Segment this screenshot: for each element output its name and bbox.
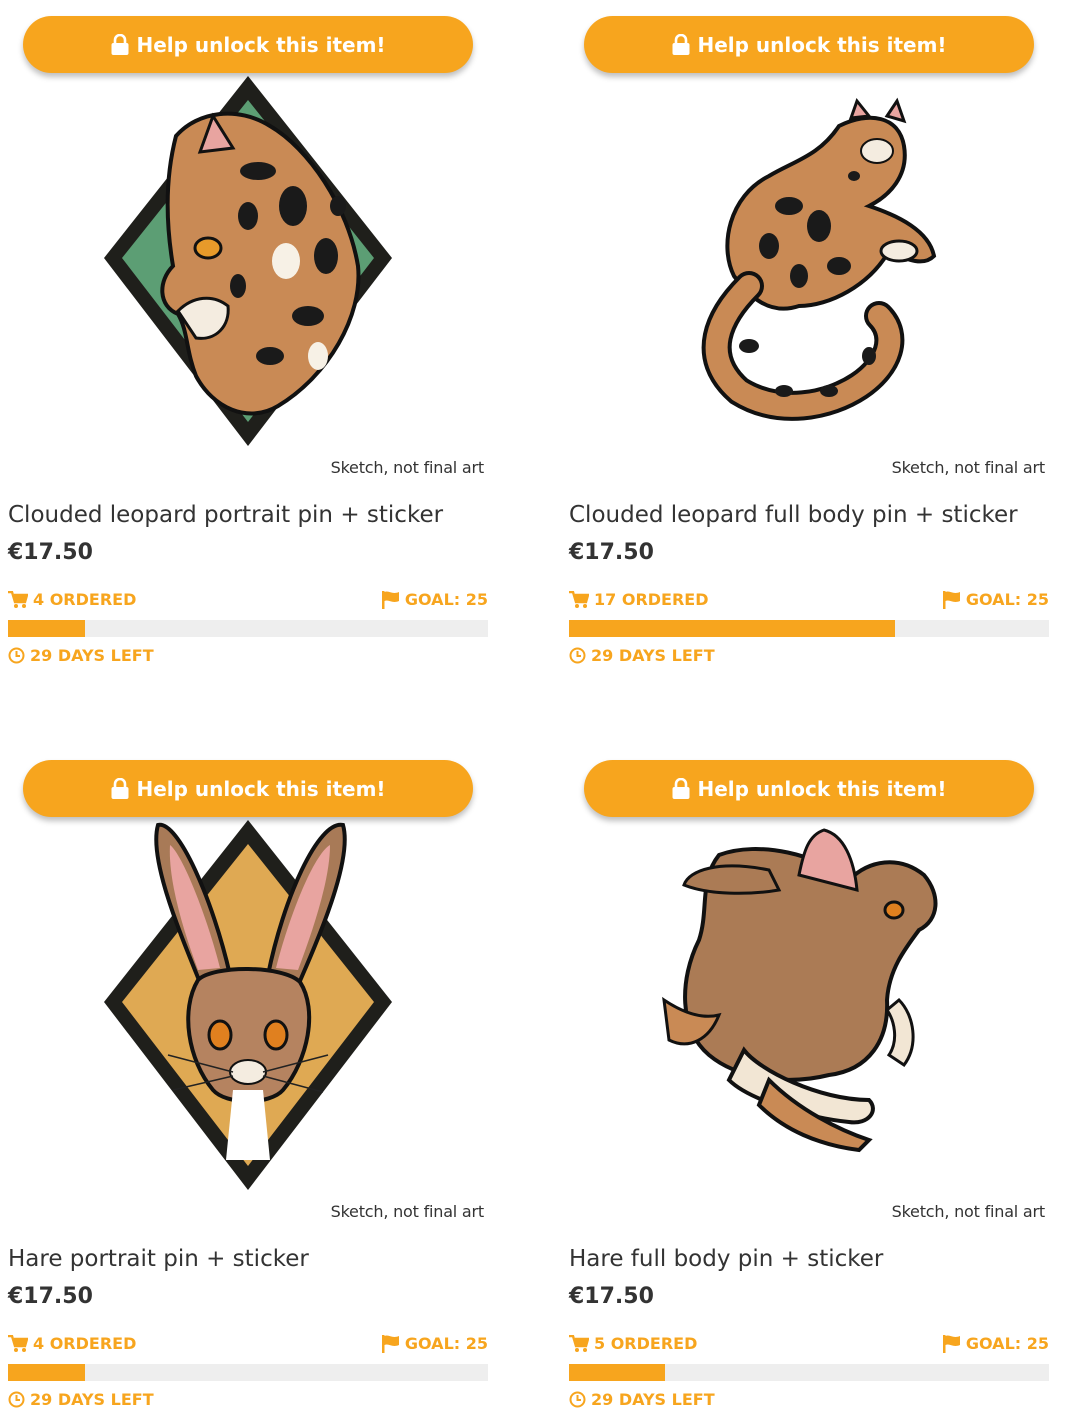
days-left: 29 DAYS LEFT — [8, 646, 154, 665]
product-grid: Help unlock this item! Sketch, not final… — [0, 0, 1066, 1425]
progress-fill — [8, 620, 85, 637]
product-title[interactable]: Hare full body pin + sticker — [569, 1246, 1059, 1272]
help-unlock-label: Help unlock this item! — [697, 32, 947, 57]
product-card: Help unlock this item! Sketch, not final… — [8, 760, 498, 1425]
product-title[interactable]: Clouded leopard full body pin + sticker — [569, 502, 1059, 528]
clock-icon — [569, 1391, 586, 1408]
product-title[interactable]: Clouded leopard portrait pin + sticker — [8, 502, 498, 528]
clock-icon — [569, 647, 586, 664]
lock-icon — [111, 33, 129, 55]
ordered-label: 5 ORDERED — [594, 1334, 698, 1353]
product-price: €17.50 — [569, 1284, 654, 1309]
ordered-count: 5 ORDERED — [569, 1334, 697, 1353]
progress-fill — [8, 1364, 85, 1381]
progress-bar — [569, 620, 1049, 637]
product-title[interactable]: Hare portrait pin + sticker — [8, 1246, 498, 1272]
product-card: Help unlock this item! Sketch, not final… — [8, 16, 498, 686]
order-stats: 4 ORDERED GOAL: 25 — [8, 1334, 488, 1356]
goal-count: GOAL: 25 — [942, 590, 1049, 609]
flag-icon — [942, 1334, 960, 1353]
help-unlock-button[interactable]: Help unlock this item! — [23, 760, 473, 817]
days-left-label: 29 DAYS LEFT — [30, 1390, 154, 1409]
help-unlock-button[interactable]: Help unlock this item! — [23, 16, 473, 73]
product-card: Help unlock this item! Sketch, not final — [569, 16, 1059, 686]
product-card: Help unlock this item! Sketch, not final… — [569, 760, 1059, 1425]
lock-icon — [672, 777, 690, 799]
goal-count: GOAL: 25 — [381, 1334, 488, 1353]
flag-icon — [381, 590, 399, 609]
goal-label: GOAL: 25 — [404, 1334, 488, 1353]
help-unlock-button[interactable]: Help unlock this item! — [584, 16, 1034, 73]
goal-count: GOAL: 25 — [942, 1334, 1049, 1353]
hare-full-body-art[interactable] — [569, 800, 1059, 1210]
help-unlock-label: Help unlock this item! — [697, 776, 947, 801]
cart-icon — [8, 1334, 28, 1352]
ordered-count: 4 ORDERED — [8, 590, 136, 609]
lock-icon — [672, 33, 690, 55]
clock-icon — [8, 1391, 25, 1408]
goal-count: GOAL: 25 — [381, 590, 488, 609]
days-left: 29 DAYS LEFT — [569, 646, 715, 665]
help-unlock-label: Help unlock this item! — [136, 776, 386, 801]
days-left: 29 DAYS LEFT — [569, 1390, 715, 1409]
ordered-label: 17 ORDERED — [594, 590, 709, 609]
ordered-label: 4 ORDERED — [33, 590, 137, 609]
product-price: €17.50 — [569, 540, 654, 565]
hare-portrait-art[interactable] — [8, 800, 498, 1210]
days-left: 29 DAYS LEFT — [8, 1390, 154, 1409]
cart-icon — [569, 1334, 589, 1352]
help-unlock-button[interactable]: Help unlock this item! — [584, 760, 1034, 817]
days-left-label: 29 DAYS LEFT — [591, 1390, 715, 1409]
product-price: €17.50 — [8, 1284, 93, 1309]
cart-icon — [569, 590, 589, 608]
flag-icon — [942, 590, 960, 609]
order-stats: 17 ORDERED GOAL: 25 — [569, 590, 1049, 612]
days-left-label: 29 DAYS LEFT — [591, 646, 715, 665]
clock-icon — [8, 647, 25, 664]
help-unlock-label: Help unlock this item! — [136, 32, 386, 57]
progress-bar — [8, 620, 488, 637]
progress-bar — [8, 1364, 488, 1381]
product-price: €17.50 — [8, 540, 93, 565]
clouded-leopard-portrait-art[interactable] — [8, 56, 498, 466]
days-left-label: 29 DAYS LEFT — [30, 646, 154, 665]
order-stats: 4 ORDERED GOAL: 25 — [8, 590, 488, 612]
ordered-count: 4 ORDERED — [8, 1334, 136, 1353]
cart-icon — [8, 590, 28, 608]
goal-label: GOAL: 25 — [965, 590, 1049, 609]
lock-icon — [111, 777, 129, 799]
clouded-leopard-full-body-art[interactable] — [569, 56, 1059, 466]
goal-label: GOAL: 25 — [404, 590, 488, 609]
progress-fill — [569, 1364, 665, 1381]
goal-label: GOAL: 25 — [965, 1334, 1049, 1353]
progress-fill — [569, 620, 896, 637]
progress-bar — [569, 1364, 1049, 1381]
order-stats: 5 ORDERED GOAL: 25 — [569, 1334, 1049, 1356]
ordered-count: 17 ORDERED — [569, 590, 709, 609]
ordered-label: 4 ORDERED — [33, 1334, 137, 1353]
flag-icon — [381, 1334, 399, 1353]
